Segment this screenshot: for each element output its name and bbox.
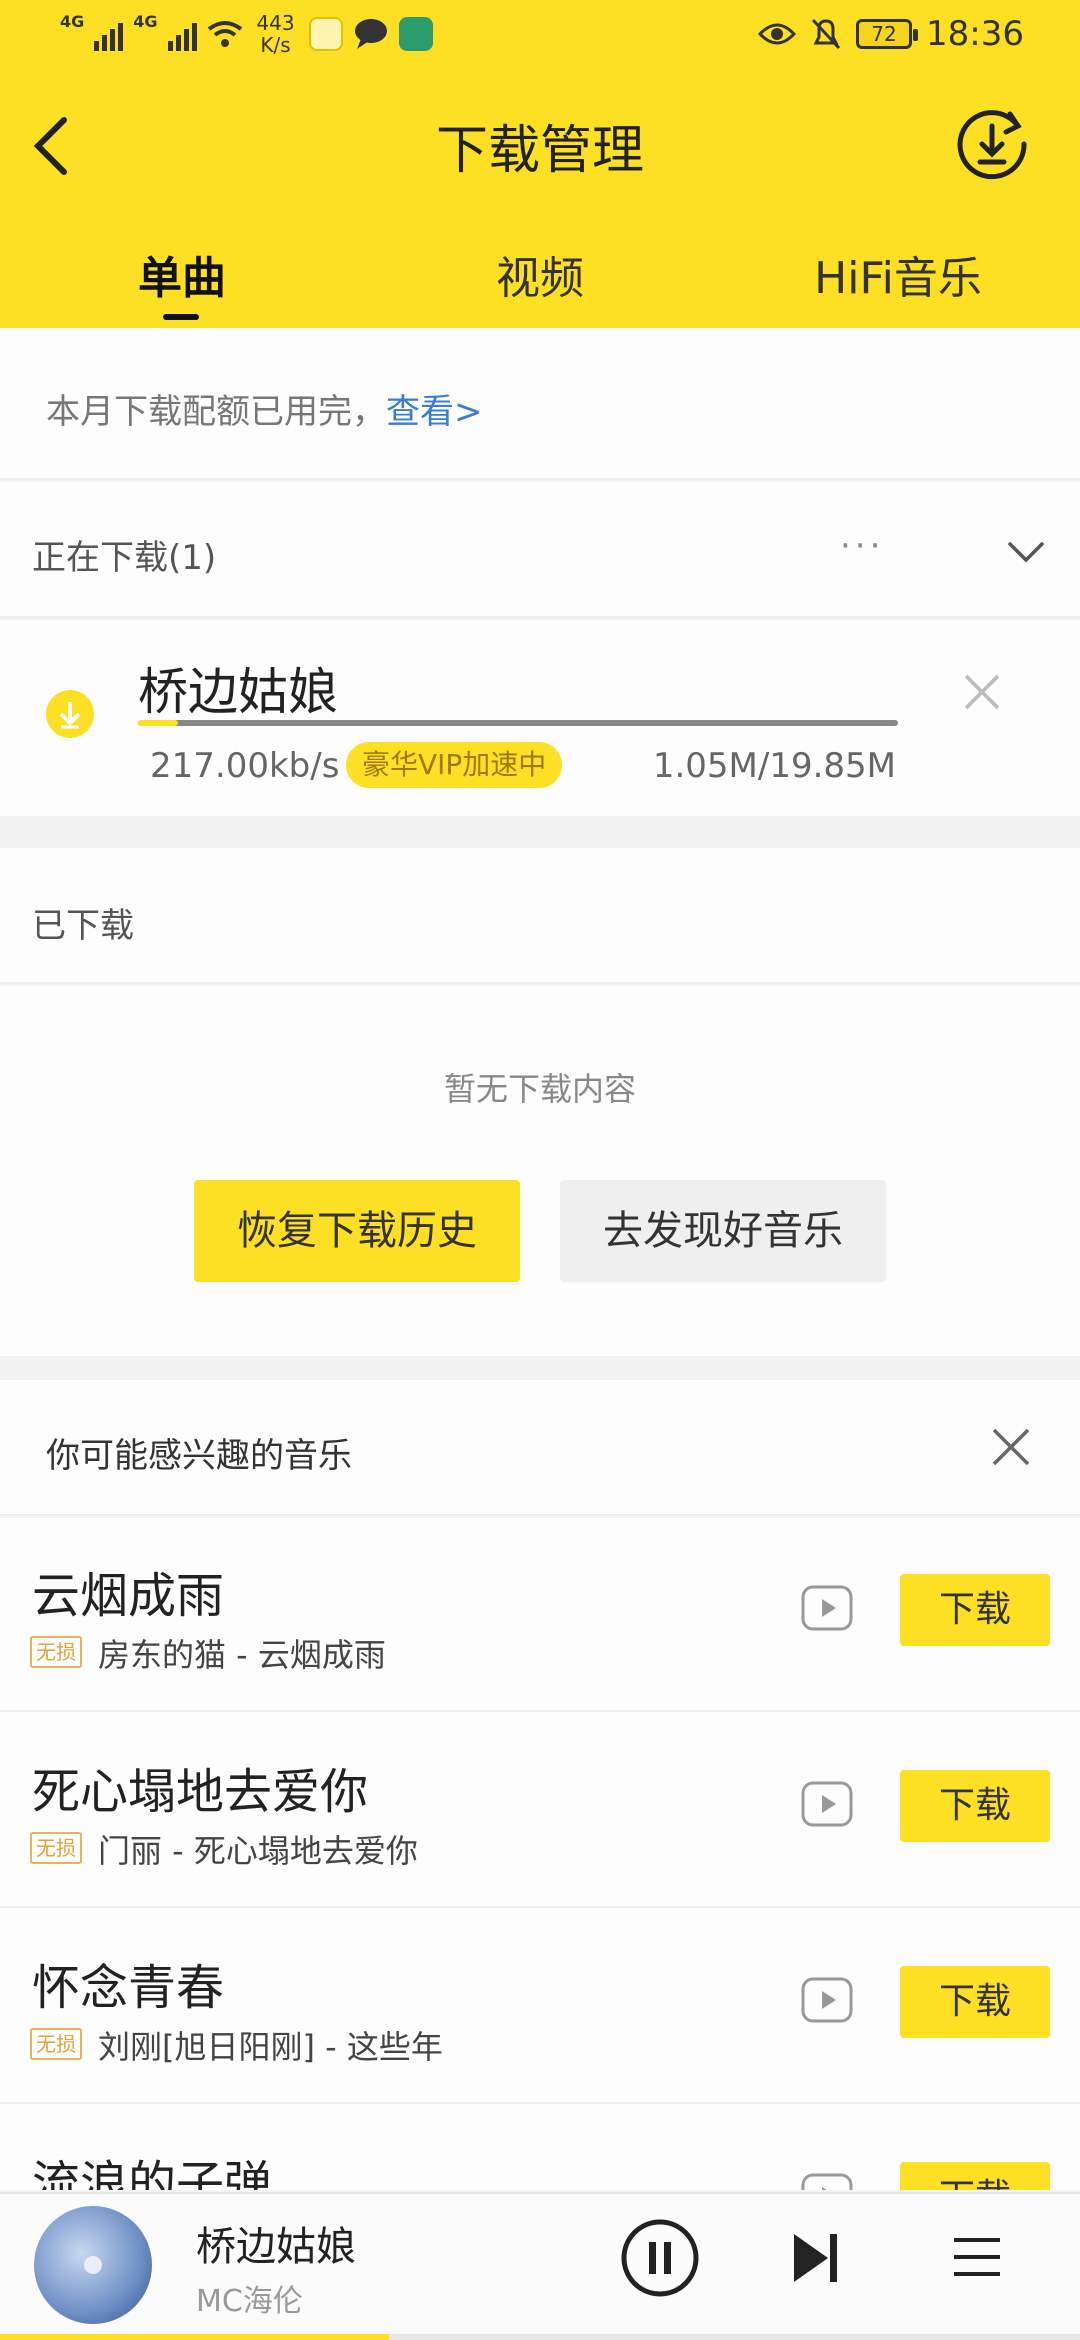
signal-icon bbox=[94, 17, 124, 51]
battery-indicator: 72 bbox=[856, 19, 919, 49]
download-button[interactable]: 下载 bbox=[900, 1574, 1050, 1646]
downloaded-empty-state: 暂无下载内容 恢复下载历史 去发现好音乐 bbox=[0, 986, 1080, 1356]
quota-view-link[interactable]: 查看> bbox=[386, 392, 483, 432]
downloaded-section-header: 已下载 bbox=[0, 848, 1080, 984]
quota-notice: 本月下载配额已用完，查看> bbox=[0, 328, 1080, 480]
download-refresh-icon[interactable] bbox=[952, 104, 1032, 184]
tab-bar: 单曲 视频 HiFi音乐 bbox=[0, 226, 1080, 328]
player-artist: MC海伦 bbox=[196, 2284, 303, 2319]
more-options-button[interactable]: ··· bbox=[840, 526, 884, 566]
recommend-title: 你可能感兴趣的音乐 bbox=[46, 1436, 352, 1476]
downloading-song-name: 桥边姑娘 bbox=[138, 663, 338, 721]
section-divider-2 bbox=[0, 1356, 1080, 1380]
recommend-header: 你可能感兴趣的音乐 bbox=[0, 1380, 1080, 1516]
download-button[interactable]: 下载 bbox=[900, 2162, 1050, 2190]
empty-text: 暂无下载内容 bbox=[443, 1070, 636, 1108]
wifi-icon bbox=[207, 21, 242, 47]
app-notification-icon bbox=[308, 17, 343, 51]
song-subtitle: 门丽 - 死心塌地去爱你 bbox=[98, 1832, 418, 1870]
next-track-icon[interactable] bbox=[790, 2230, 842, 2286]
lossless-tag: 无损 bbox=[30, 1636, 82, 1668]
eye-icon bbox=[758, 23, 797, 45]
mini-player[interactable]: 桥边姑娘 MC海伦 bbox=[0, 2192, 1080, 2340]
download-speed: 217.00kb/s bbox=[150, 746, 340, 786]
page-title: 下载管理 bbox=[435, 121, 644, 181]
album-cover[interactable] bbox=[34, 2206, 152, 2324]
tab-single[interactable]: 单曲 bbox=[32, 242, 332, 306]
play-video-icon[interactable] bbox=[800, 1584, 854, 1632]
restore-history-button[interactable]: 恢复下载历史 bbox=[194, 1180, 520, 1282]
vip-boost-badge: 豪华VIP加速中 bbox=[346, 742, 563, 788]
download-status-icon bbox=[46, 690, 94, 738]
list-item[interactable]: 死心塌地去爱你 无损 门丽 - 死心塌地去爱你 下载 bbox=[0, 1714, 1080, 1908]
downloaded-label: 已下载 bbox=[32, 906, 134, 946]
list-item[interactable]: 怀念青春 无损 刘刚[旭日阳刚] - 这些年 下载 bbox=[0, 1910, 1080, 2104]
discover-music-button[interactable]: 去发现好音乐 bbox=[560, 1180, 886, 1282]
player-progress-bar bbox=[0, 2334, 1080, 2340]
tab-video[interactable]: 视频 bbox=[390, 242, 690, 306]
player-progress-fill bbox=[0, 2334, 389, 2340]
list-item[interactable]: 云烟成雨 无损 房东的猫 - 云烟成雨 下载 bbox=[0, 1518, 1080, 1712]
clock: 18:36 bbox=[926, 14, 1024, 54]
download-progress-bar bbox=[138, 720, 898, 726]
downloading-item[interactable]: 桥边姑娘 217.00kb/s 豪华VIP加速中 1.05M/19.85M bbox=[0, 620, 1080, 816]
chat-bubble-icon bbox=[354, 19, 387, 49]
download-size: 1.05M/19.85M bbox=[652, 746, 896, 786]
lossless-tag: 无损 bbox=[30, 1832, 82, 1864]
lossless-tag: 无损 bbox=[30, 2028, 82, 2060]
playlist-menu-icon[interactable] bbox=[952, 2234, 1002, 2280]
pause-icon[interactable] bbox=[620, 2218, 700, 2298]
network-type-label-2: 4G bbox=[133, 12, 158, 31]
network-type-label: 4G bbox=[60, 12, 85, 31]
song-title: 流浪的子弹 bbox=[32, 2156, 273, 2190]
close-icon[interactable] bbox=[990, 1426, 1032, 1468]
app-header: 4G 4G 443 K/s 72 18:36 下载管理 单曲 视频 HiFi音乐 bbox=[0, 0, 1080, 328]
mute-bell-icon bbox=[811, 18, 841, 50]
song-title: 死心塌地去爱你 bbox=[32, 1764, 369, 1820]
chevron-down-icon[interactable] bbox=[1004, 530, 1048, 574]
player-song-title: 桥边姑娘 bbox=[196, 2224, 356, 2270]
recommend-list: 云烟成雨 无损 房东的猫 - 云烟成雨 下载 死心塌地去爱你 无损 门丽 - 死… bbox=[0, 1518, 1080, 2190]
list-item[interactable]: 流浪的子弹 下载 bbox=[0, 2106, 1080, 2190]
tab-hifi[interactable]: HiFi音乐 bbox=[748, 242, 1048, 306]
downloading-section-header[interactable]: 正在下载(1) ··· bbox=[0, 482, 1080, 618]
downloading-label: 正在下载(1) bbox=[32, 538, 217, 578]
play-video-icon[interactable] bbox=[800, 1780, 854, 1828]
song-title: 怀念青春 bbox=[32, 1960, 225, 2016]
nav-bar: 下载管理 bbox=[0, 76, 1080, 216]
song-title: 云烟成雨 bbox=[32, 1568, 225, 1624]
play-video-icon[interactable] bbox=[800, 2172, 854, 2190]
download-progress-fill bbox=[138, 720, 179, 726]
tab-active-indicator bbox=[163, 314, 199, 320]
cancel-download-icon[interactable] bbox=[960, 670, 1004, 714]
song-subtitle: 房东的猫 - 云烟成雨 bbox=[98, 1636, 386, 1674]
song-subtitle: 刘刚[旭日阳刚] - 这些年 bbox=[98, 2028, 443, 2066]
download-button[interactable]: 下载 bbox=[900, 1966, 1050, 2038]
quota-text: 本月下载配额已用完， bbox=[46, 392, 386, 432]
signal-icon-2 bbox=[167, 17, 197, 51]
play-video-icon[interactable] bbox=[800, 1976, 854, 2024]
alien-app-icon bbox=[398, 17, 433, 51]
download-button[interactable]: 下载 bbox=[900, 1770, 1050, 1842]
status-bar: 4G 4G 443 K/s 72 18:36 bbox=[0, 0, 1080, 76]
network-speed: 443 K/s bbox=[256, 11, 295, 57]
section-divider bbox=[0, 816, 1080, 848]
